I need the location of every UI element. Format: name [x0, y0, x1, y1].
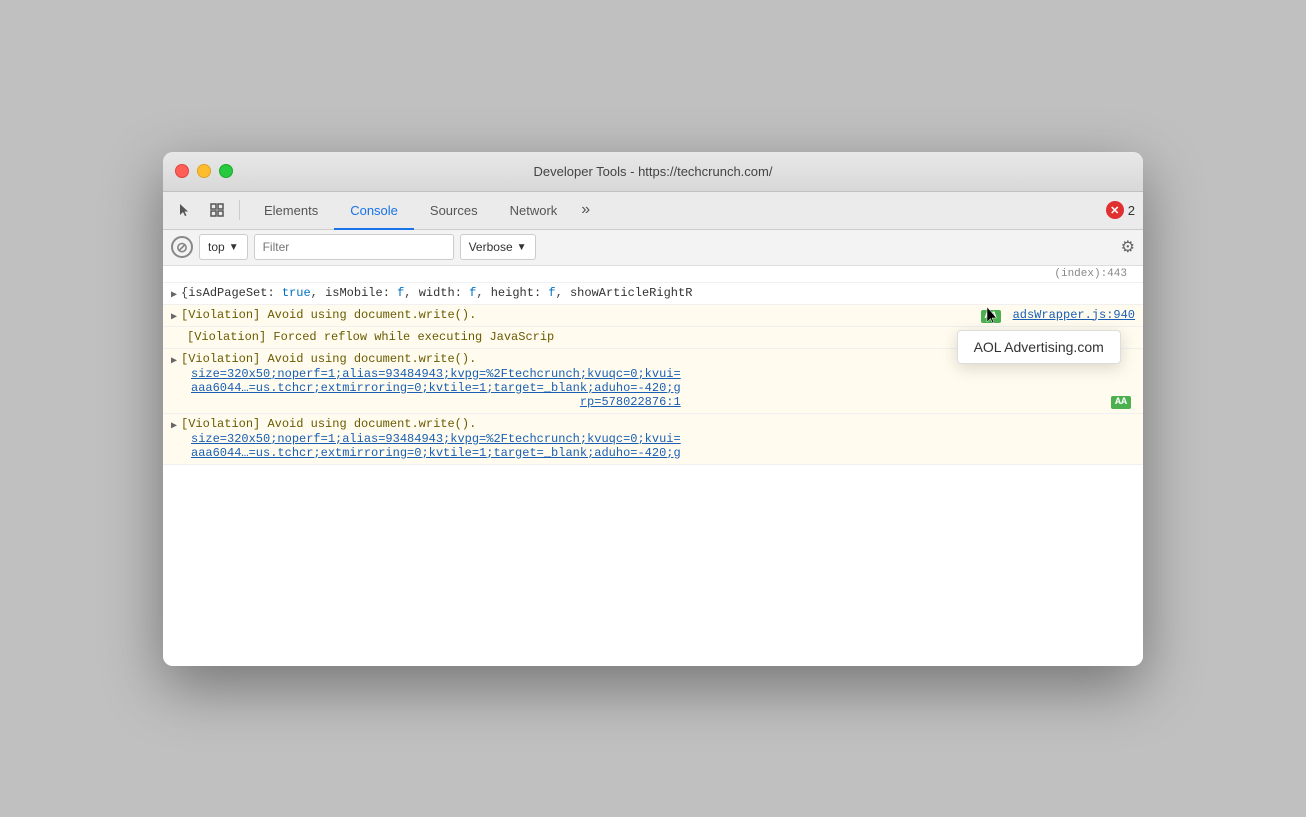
aa-badge-container: AA AOL Advertising.com	[977, 308, 1005, 322]
chevron-down-icon: ▼	[229, 242, 239, 253]
expand-arrow[interactable]: ▶	[171, 289, 177, 301]
error-close-icon[interactable]: ✕	[1106, 201, 1124, 219]
row-content: {isAdPageSet: true, isMobile: f, width: …	[181, 286, 1135, 300]
index-reference: (index):443	[1054, 268, 1135, 280]
filter-input[interactable]	[254, 234, 454, 260]
cursor-tool-button[interactable]	[171, 196, 199, 224]
toolbar-divider	[239, 200, 240, 220]
devtools-window: Developer Tools - https://techcrunch.com…	[163, 152, 1143, 666]
aa-tooltip: AOL Advertising.com	[957, 330, 1121, 364]
console-row: ▶ {isAdPageSet: true, isMobile: f, width…	[163, 283, 1143, 305]
context-dropdown[interactable]: top ▼	[199, 234, 248, 260]
row-content: [Violation] Avoid using document.write()…	[181, 417, 1135, 431]
tab-console[interactable]: Console	[334, 192, 414, 230]
block-button[interactable]: ⊘	[171, 236, 193, 258]
expand-arrow[interactable]: ▶	[171, 420, 177, 432]
title-bar: Developer Tools - https://techcrunch.com…	[163, 152, 1143, 192]
verbose-chevron-icon: ▼	[517, 242, 527, 253]
index-row: (index):443	[163, 266, 1143, 283]
violation-row-1: ▶ [Violation] Avoid using document.write…	[163, 305, 1143, 327]
aa-badge-1[interactable]: AA	[981, 310, 1001, 323]
console-content: (index):443 ▶ {isAdPageSet: true, isMobi…	[163, 266, 1143, 666]
source-link-1[interactable]: adsWrapper.js:940	[1013, 308, 1135, 322]
main-toolbar: Elements Console Sources Network » ✕ 2	[163, 192, 1143, 230]
console-toolbar: ⊘ top ▼ Verbose ▼ ⚙	[163, 230, 1143, 266]
url-link[interactable]: size=320x50;noperf=1;alias=93484943;kvpg…	[191, 367, 681, 409]
window-title: Developer Tools - https://techcrunch.com…	[534, 164, 773, 179]
error-count: 2	[1128, 203, 1135, 218]
expand-arrow[interactable]: ▶	[171, 355, 177, 367]
more-tabs-button[interactable]: »	[573, 191, 598, 229]
close-button[interactable]	[175, 164, 189, 178]
verbose-dropdown[interactable]: Verbose ▼	[460, 234, 536, 260]
inspect-tool-button[interactable]	[203, 196, 231, 224]
traffic-lights	[175, 164, 233, 178]
url-link-2[interactable]: size=320x50;noperf=1;alias=93484943;kvpg…	[191, 432, 681, 460]
violation-row-4: ▶ [Violation] Avoid using document.write…	[163, 414, 1143, 465]
tab-elements[interactable]: Elements	[248, 192, 334, 230]
tab-network[interactable]: Network	[494, 192, 574, 230]
maximize-button[interactable]	[219, 164, 233, 178]
tabs-bar: Elements Console Sources Network »	[248, 191, 1102, 229]
row-content: [Violation] Avoid using document.write()…	[181, 308, 977, 322]
error-badge: ✕ 2	[1106, 201, 1135, 219]
expand-arrow[interactable]: ▶	[171, 311, 177, 323]
minimize-button[interactable]	[197, 164, 211, 178]
aa-badge-2[interactable]: AA	[1111, 396, 1131, 409]
tab-sources[interactable]: Sources	[414, 192, 494, 230]
settings-button[interactable]: ⚙	[1121, 237, 1135, 257]
